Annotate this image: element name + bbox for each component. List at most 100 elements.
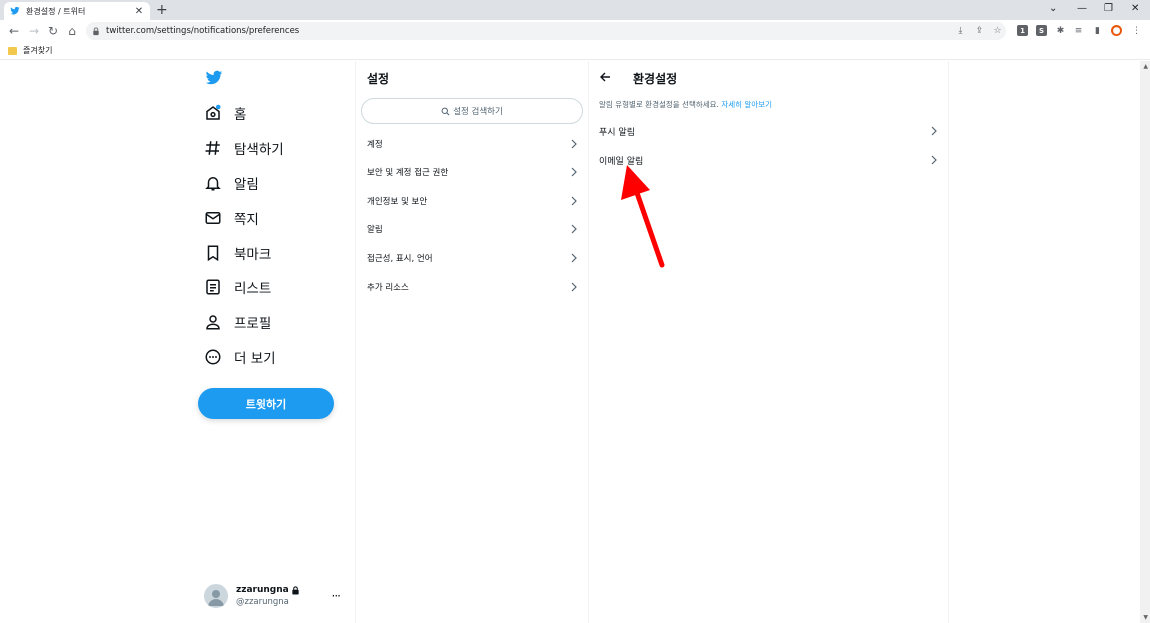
- account-more-icon[interactable]: ···: [332, 589, 342, 603]
- bookmark-icon: [207, 245, 219, 262]
- profile-avatar-icon[interactable]: ●: [1111, 25, 1122, 36]
- person-icon: [206, 315, 220, 330]
- bookmark-folder-label[interactable]: 즐겨찾기: [23, 45, 52, 56]
- settings-search-input[interactable]: 설정 검색하기: [361, 98, 583, 124]
- twitter-logo-icon[interactable]: [204, 69, 224, 87]
- reload-icon[interactable]: ↻: [45, 23, 61, 39]
- settings-item-label: 추가 리소스: [367, 283, 409, 293]
- tweet-button[interactable]: 트윗하기: [198, 388, 334, 419]
- nav-label: 쪽지: [234, 212, 259, 228]
- chevron-right-icon: [571, 196, 577, 206]
- forward-icon[interactable]: →: [26, 23, 42, 39]
- chevron-right-icon: [931, 155, 937, 165]
- back-icon[interactable]: ←: [6, 23, 22, 39]
- minimize-icon[interactable]: —: [1077, 2, 1087, 16]
- mail-icon: [205, 212, 221, 224]
- download-icon[interactable]: ⤓: [955, 25, 966, 36]
- settings-item-notifications[interactable]: 알림: [357, 215, 588, 243]
- browser-menu-icon[interactable]: ⋮: [1131, 25, 1142, 36]
- settings-item-resources[interactable]: 추가 리소스: [357, 273, 588, 301]
- account-name: zzarungna: [236, 585, 300, 595]
- nav-item-lists[interactable]: 리스트: [204, 275, 271, 299]
- settings-item-label: 계정: [367, 140, 383, 150]
- chevron-right-icon: [571, 224, 577, 234]
- nav-item-notifications[interactable]: 알림: [204, 171, 259, 195]
- tab-search-chevron-icon[interactable]: ⌄: [1049, 2, 1057, 16]
- chevron-right-icon: [571, 253, 577, 263]
- settings-item-label: 보안 및 계정 접근 권한: [367, 168, 449, 178]
- scroll-up-icon[interactable]: ▲: [1143, 63, 1148, 70]
- pref-item-push[interactable]: 푸시 알림: [589, 117, 948, 145]
- browser-tab[interactable]: 환경설정 / 트위터 ✕: [4, 2, 150, 20]
- bookmarks-bar: 즐겨찾기: [0, 42, 1150, 60]
- tab-close-icon[interactable]: ✕: [134, 6, 144, 17]
- restore-icon[interactable]: ❐: [1104, 2, 1113, 16]
- browser-tab-strip: 환경설정 / 트위터 ✕ + ⌄ — ❐ ✕: [0, 0, 1150, 20]
- learn-more-link[interactable]: 자세히 알아보기: [721, 100, 772, 109]
- media-queue-icon[interactable]: ≡: [1073, 25, 1084, 36]
- nav-label: 리스트: [234, 281, 272, 297]
- address-bar[interactable]: twitter.com/settings/notifications/prefe…: [86, 22, 1006, 40]
- default-avatar-icon: [208, 590, 224, 606]
- settings-item-security[interactable]: 보안 및 계정 접근 권한: [357, 158, 588, 186]
- url-text: twitter.com/settings/notifications/prefe…: [106, 26, 300, 36]
- home-icon: [206, 104, 221, 120]
- twitter-page: 홈 탐색하기 알림 쪽지 북마크 리스트 프로필 더 보기 트윗하기 zzaru…: [0, 61, 1150, 623]
- account-switcher[interactable]: zzarungna @zzarungna ···: [204, 581, 350, 611]
- chevron-right-icon: [571, 139, 577, 149]
- chevron-right-icon: [931, 126, 937, 136]
- nav-label: 프로필: [234, 316, 272, 332]
- nav-item-more[interactable]: 더 보기: [204, 345, 276, 369]
- extensions-puzzle-icon[interactable]: ✱: [1055, 25, 1066, 36]
- avatar: [204, 584, 228, 608]
- hashtag-icon: [205, 141, 220, 155]
- settings-item-accessibility[interactable]: 접근성, 표시, 언어: [357, 244, 588, 272]
- home-browser-icon[interactable]: ⌂: [64, 23, 80, 39]
- close-window-icon[interactable]: ✕: [1131, 2, 1139, 16]
- preferences-title: 환경설정: [633, 72, 678, 86]
- chevron-right-icon: [571, 167, 577, 177]
- scroll-down-icon[interactable]: ▼: [1143, 614, 1148, 621]
- nav-label: 북마크: [234, 247, 272, 263]
- account-handle: @zzarungna: [236, 597, 289, 607]
- preferences-column: 환경설정 알림 유형별로 환경설정을 선택하세요. 자세히 알아보기 푸시 알림…: [589, 61, 948, 623]
- pref-item-email[interactable]: 이메일 알림: [589, 146, 948, 174]
- side-panel-icon[interactable]: ▮: [1092, 25, 1103, 36]
- bookmark-star-icon[interactable]: ☆: [992, 25, 1003, 36]
- nav-item-bookmarks[interactable]: 북마크: [204, 241, 271, 265]
- extension-s-icon[interactable]: S: [1036, 25, 1047, 36]
- nav-item-home[interactable]: 홈: [204, 101, 246, 125]
- settings-item-label: 접근성, 표시, 언어: [367, 254, 433, 264]
- settings-item-privacy[interactable]: 개인정보 및 보안: [357, 187, 588, 215]
- primary-navigation: 홈 탐색하기 알림 쪽지 북마크 리스트 프로필 더 보기 트윗하기 zzaru…: [196, 61, 356, 623]
- preferences-description-text: 알림 유형별로 환경설정을 선택하세요.: [599, 100, 722, 109]
- account-text: zzarungna @zzarungna: [236, 585, 300, 607]
- search-placeholder: 설정 검색하기: [453, 107, 503, 117]
- nav-label: 알림: [234, 177, 259, 193]
- chevron-right-icon: [571, 282, 577, 292]
- settings-item-account[interactable]: 계정: [357, 130, 588, 158]
- bell-icon: [205, 177, 221, 191]
- settings-title: 설정: [367, 72, 390, 86]
- twitter-favicon-icon: [10, 6, 20, 15]
- pref-item-label: 푸시 알림: [599, 127, 635, 138]
- nav-item-messages[interactable]: 쪽지: [204, 206, 259, 230]
- new-tab-icon[interactable]: +: [156, 2, 168, 18]
- search-icon: [441, 107, 450, 115]
- nav-label: 더 보기: [234, 351, 276, 367]
- more-circle-icon: [205, 349, 221, 365]
- tab-title: 환경설정 / 트위터: [26, 6, 86, 16]
- preferences-description: 알림 유형별로 환경설정을 선택하세요. 자세히 알아보기: [599, 99, 772, 110]
- back-arrow-icon[interactable]: [599, 71, 611, 83]
- share-icon[interactable]: ⇪: [974, 25, 985, 36]
- nav-item-profile[interactable]: 프로필: [204, 310, 271, 334]
- page-scrollbar[interactable]: ▲ ▼: [1140, 61, 1150, 623]
- extension-1-icon[interactable]: 1: [1017, 25, 1028, 36]
- list-icon: [206, 279, 220, 295]
- settings-item-label: 개인정보 및 보안: [367, 197, 428, 207]
- pref-item-label: 이메일 알림: [599, 156, 644, 167]
- nav-item-explore[interactable]: 탐색하기: [204, 136, 284, 160]
- nav-label: 홈: [234, 107, 247, 123]
- browser-toolbar: ← → ↻ ⌂ twitter.com/settings/notificatio…: [0, 20, 1150, 42]
- column-divider: [355, 61, 356, 623]
